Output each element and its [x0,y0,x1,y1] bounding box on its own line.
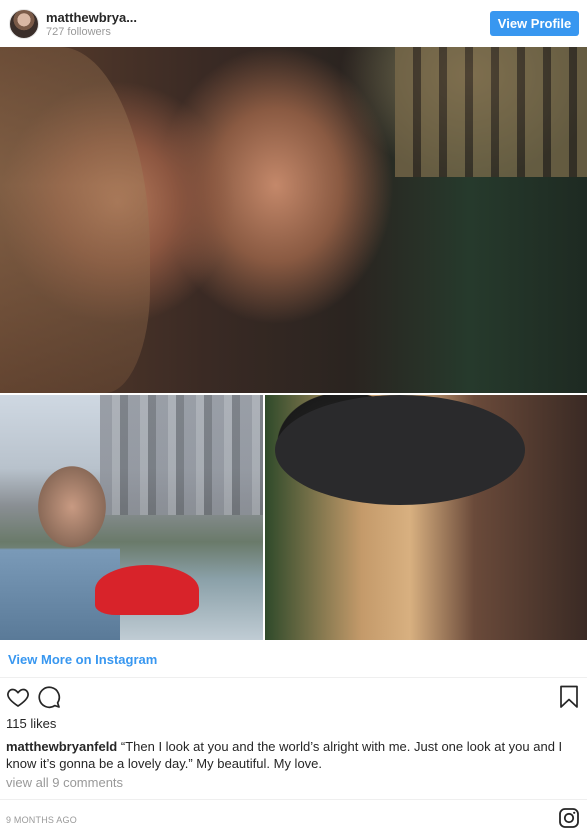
divider [0,799,587,800]
username[interactable]: matthewbrya... [46,10,137,25]
photo-couple-black-hat [265,395,587,640]
follower-count: 727 followers [46,26,111,38]
photo-couple-selfie-night [0,47,587,393]
view-more-link[interactable]: View More on Instagram [8,652,157,667]
photo-detail-hair [0,47,150,393]
photo-detail-black-hat [275,395,525,505]
avatar[interactable] [9,9,39,39]
post-media[interactable] [0,47,587,640]
photo-couple-city-skyline [0,395,263,640]
post-timestamp: 9 MONTHS AGO [6,815,77,825]
view-profile-button[interactable]: View Profile [490,11,579,36]
instagram-icon[interactable] [559,808,579,828]
photo-detail-red-hat [95,565,199,615]
photo-detail-building [395,47,587,177]
instagram-embed: matthewbrya... 727 followers View Profil… [0,0,587,835]
like-count: 115 likes [6,716,57,731]
divider [0,677,587,678]
comment-icon[interactable] [37,685,61,709]
caption-username[interactable]: matthewbryanfeld [6,739,117,754]
post-header: matthewbrya... 727 followers View Profil… [0,0,587,47]
photo-detail-skyline [100,395,263,515]
bookmark-icon[interactable] [558,685,580,709]
post-caption: matthewbryanfeld “Then I look at you and… [6,738,580,772]
view-comments-link[interactable]: view all 9 comments [6,775,123,790]
heart-icon[interactable] [6,685,30,709]
